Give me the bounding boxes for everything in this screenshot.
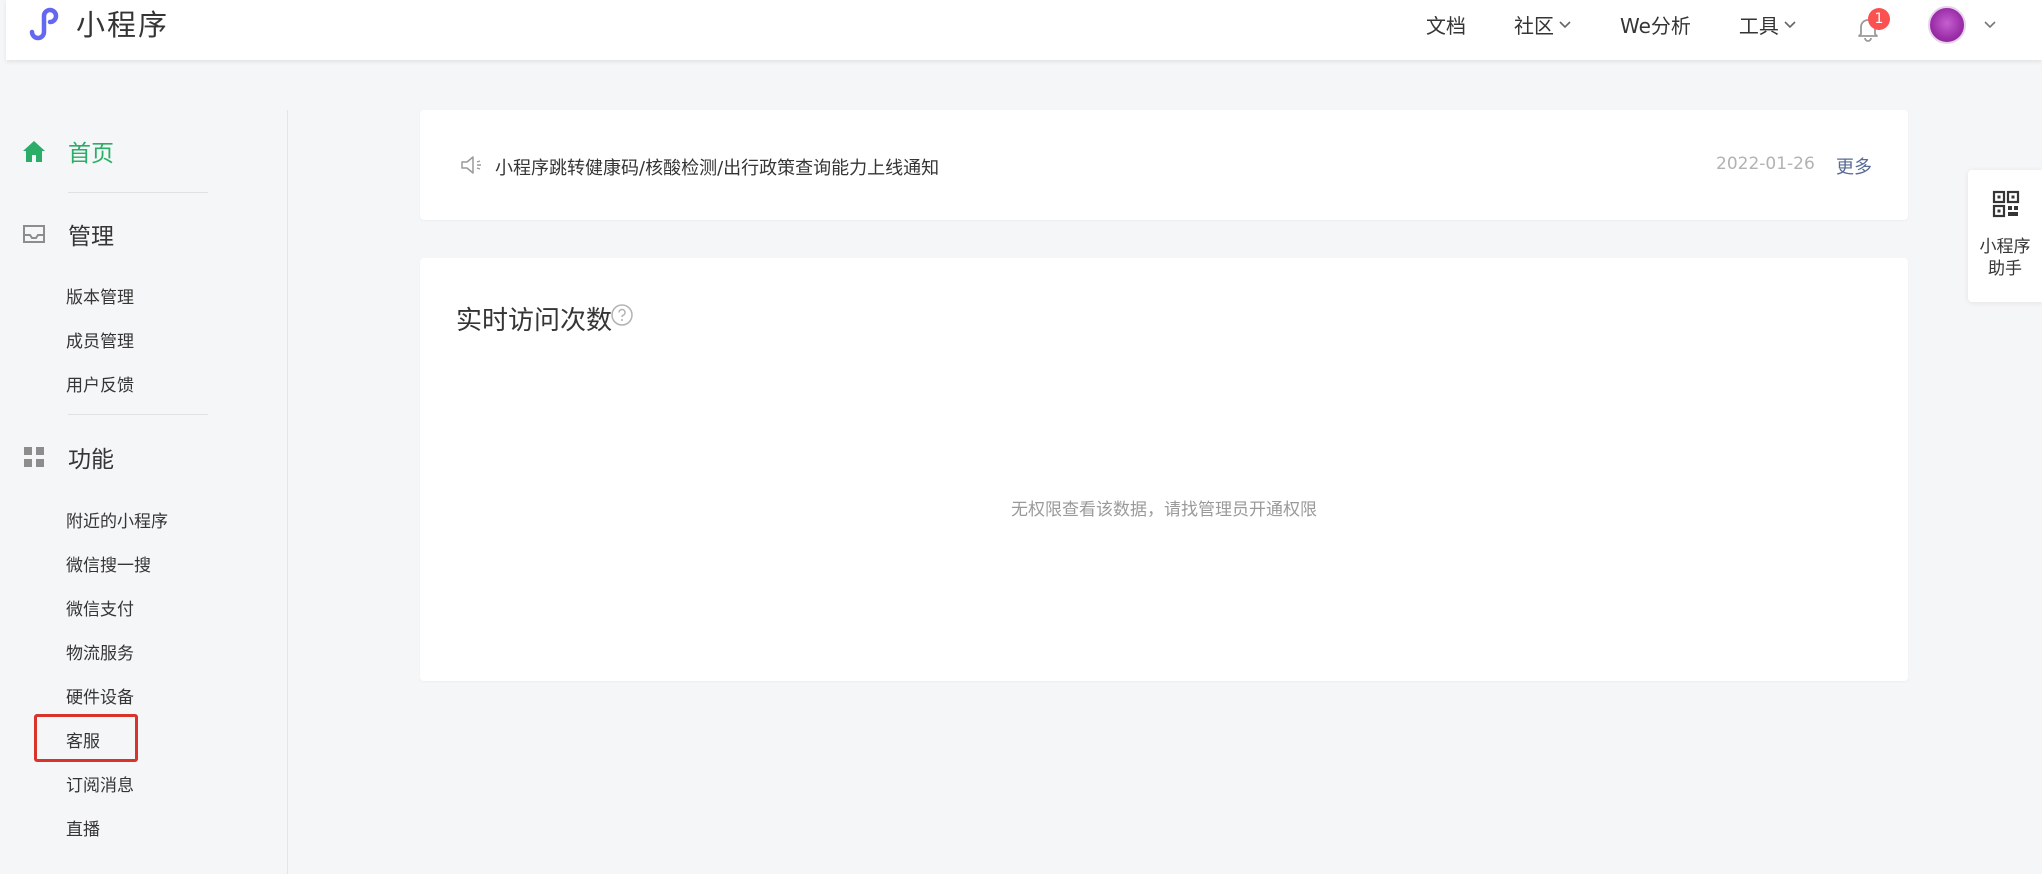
top-header: 小程序 文档 社区 We分析 工具 1 — [6, 0, 2042, 60]
realtime-visits-card: 实时访问次数 无权限查看该数据，请找管理员开通权限 — [420, 258, 1908, 681]
sidebar-divider — [68, 414, 208, 415]
sidebar-section-manage[interactable]: 管理 — [20, 217, 114, 251]
nav-analytics[interactable]: We分析 — [1620, 10, 1691, 39]
avatar[interactable] — [1928, 6, 1966, 44]
sidebar-item-hardware[interactable]: 硬件设备 — [66, 683, 134, 708]
sidebar-section-label: 管理 — [68, 224, 114, 250]
sidebar-item-members[interactable]: 成员管理 — [66, 327, 134, 352]
chevron-down-icon — [1559, 21, 1571, 29]
assistant-float[interactable]: 小程序 助手 — [1968, 170, 2042, 302]
chevron-down-icon — [1784, 21, 1796, 29]
sidebar-item-home[interactable]: 首页 — [20, 134, 114, 168]
nav-community-label: 社区 — [1514, 13, 1554, 38]
nav-community[interactable]: 社区 — [1514, 10, 1572, 39]
sidebar-item-label: 首页 — [68, 141, 114, 167]
sidebar-section-label: 功能 — [68, 447, 114, 473]
highlight-box — [34, 714, 138, 762]
sidebar-item-subscription[interactable]: 订阅消息 — [66, 771, 134, 796]
sidebar-item-pay[interactable]: 微信支付 — [66, 595, 134, 620]
sidebar-section-features[interactable]: 功能 — [20, 440, 114, 474]
sidebar: 首页 管理 版本管理 成员管理 用户反馈 功能 附近的小程序 微信搜一搜 微信支… — [6, 110, 288, 874]
sidebar-item-live[interactable]: 直播 — [66, 815, 100, 840]
nav-analytics-label: We分析 — [1620, 13, 1691, 38]
app-title: 小程序 — [76, 8, 170, 42]
home-icon — [23, 141, 45, 162]
notification-button[interactable]: 1 — [1852, 8, 1890, 44]
sidebar-item-logistics[interactable]: 物流服务 — [66, 639, 134, 664]
assistant-label: 小程序 助手 — [1979, 237, 2031, 279]
notice-date: 2022-01-26 — [1716, 154, 1815, 174]
speaker-icon — [461, 156, 481, 174]
chevron-down-icon[interactable] — [1982, 18, 1998, 30]
nav-docs-label: 文档 — [1426, 13, 1466, 38]
sidebar-item-feedback[interactable]: 用户反馈 — [66, 371, 134, 396]
nav-docs[interactable]: 文档 — [1426, 10, 1466, 39]
notification-badge: 1 — [1868, 8, 1890, 30]
sidebar-item-nearby[interactable]: 附近的小程序 — [66, 507, 168, 532]
nav-tools-label: 工具 — [1738, 13, 1779, 38]
top-nav: 文档 社区 We分析 工具 — [1426, 0, 1845, 48]
notice-card: 小程序跳转健康码/核酸检测/出行政策查询能力上线通知 2022-01-26 更多 — [420, 110, 1908, 220]
card-title: 实时访问次数 — [456, 306, 613, 336]
more-link[interactable]: 更多 — [1836, 153, 1872, 179]
miniprogram-logo-icon — [29, 7, 59, 41]
help-icon[interactable] — [610, 303, 634, 327]
sidebar-item-search[interactable]: 微信搜一搜 — [66, 551, 151, 576]
sidebar-item-version[interactable]: 版本管理 — [66, 283, 134, 308]
qr-code-icon — [1992, 190, 2020, 218]
nav-tools[interactable]: 工具 — [1739, 10, 1797, 39]
sidebar-divider — [68, 192, 208, 193]
notice-text[interactable]: 小程序跳转健康码/核酸检测/出行政策查询能力上线通知 — [495, 154, 939, 180]
inbox-icon — [23, 225, 45, 243]
app-logo[interactable]: 小程序 — [24, 0, 169, 46]
no-permission-message: 无权限查看该数据，请找管理员开通权限 — [1011, 500, 1317, 520]
grid-icon — [24, 447, 44, 467]
